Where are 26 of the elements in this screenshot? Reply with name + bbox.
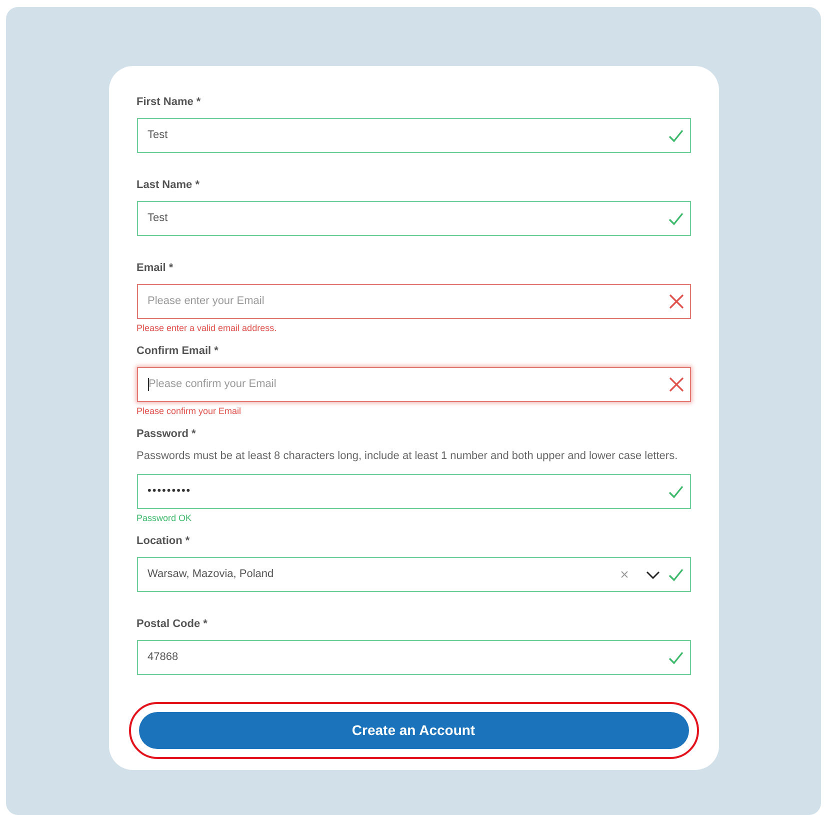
field-label: Password *: [136, 427, 197, 442]
field-value: Warsaw, Mazovia, Poland: [148, 567, 274, 582]
field-label: Postal Code *: [136, 617, 208, 632]
masked-password: •••••••••: [148, 484, 192, 500]
field-label: Last Name *: [136, 178, 200, 193]
field-label: Location *: [136, 534, 191, 549]
validation-message: Please confirm your Email: [136, 405, 242, 417]
input-field[interactable]: Test: [136, 201, 690, 236]
field-value: 47868: [148, 650, 178, 666]
create-account-button[interactable]: Create an Account: [138, 712, 688, 749]
chevron-down-icon[interactable]: [646, 570, 660, 578]
field-value: Test: [148, 128, 168, 144]
field-value: Test: [148, 211, 168, 226]
field-label: Confirm Email *: [136, 344, 220, 359]
field-label: Email *: [136, 261, 174, 276]
field-label: First Name *: [136, 95, 202, 110]
validation-message: Please enter a valid email address.: [136, 322, 278, 334]
location-select[interactable]: Warsaw, Mazovia, Poland: [136, 557, 690, 592]
placeholder-text: Please enter your Email: [148, 294, 264, 310]
input-field[interactable]: Test: [136, 118, 690, 153]
field-hint: Passwords must be at least 8 characters long, include at least 1 number and both upper and lower case letters.: [136, 449, 679, 464]
input-field[interactable]: •••••••••: [136, 474, 690, 509]
clear-icon[interactable]: [620, 571, 628, 578]
placeholder-text: Please confirm your Email: [148, 377, 276, 392]
validation-message: Password OK: [136, 512, 193, 524]
input-field[interactable]: 47868: [136, 640, 690, 675]
